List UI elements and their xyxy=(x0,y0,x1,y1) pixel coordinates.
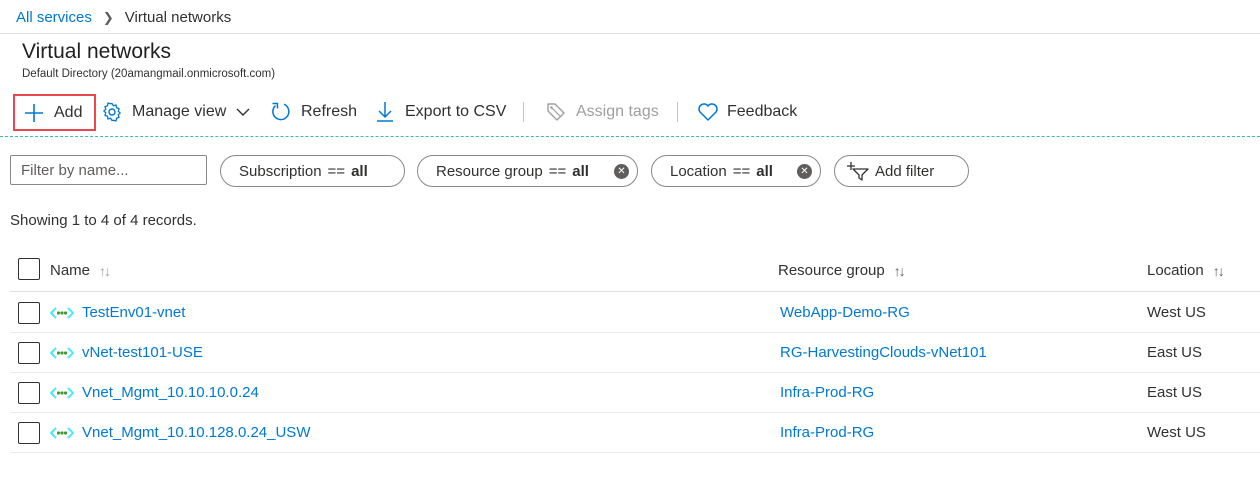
row-checkbox[interactable] xyxy=(18,302,40,324)
location-cell: East US xyxy=(1147,344,1203,361)
location-filter-operator: == xyxy=(732,162,751,180)
resource-group-link[interactable]: Infra-Prod-RG xyxy=(780,384,874,401)
sort-icon[interactable]: ↑↓ xyxy=(99,263,111,279)
page-subtitle: Default Directory (20amangmail.onmicroso… xyxy=(22,68,276,80)
breadcrumb-current: Virtual networks xyxy=(124,9,232,26)
location-cell: East US xyxy=(1147,384,1203,401)
feedback-label: Feedback xyxy=(727,103,798,120)
row-checkbox[interactable] xyxy=(18,422,40,444)
vnet-icon xyxy=(50,307,74,319)
feedback-button[interactable]: Feedback xyxy=(697,89,797,135)
subscription-filter-value: all xyxy=(351,162,368,180)
subscription-filter-operator: == xyxy=(327,162,346,180)
column-header-resource-group[interactable]: Resource group ↑↓ xyxy=(778,262,906,279)
table-header: Name ↑↓ Resource group ↑↓ Location ↑↓ xyxy=(10,250,1260,292)
toolbar-divider xyxy=(523,102,524,122)
breadcrumb: All services ❯ Virtual networks xyxy=(16,9,231,26)
resource-group-link[interactable]: WebApp-Demo-RG xyxy=(780,304,910,321)
close-icon[interactable]: ✕ xyxy=(614,164,629,179)
sort-icon[interactable]: ↑↓ xyxy=(894,263,906,279)
row-checkbox[interactable] xyxy=(18,342,40,364)
location-filter-label: Location xyxy=(670,162,727,180)
subscription-filter-pill[interactable]: Subscription == all xyxy=(220,155,405,187)
gear-icon xyxy=(103,102,121,122)
resource-group-filter-pill[interactable]: Resource group == all ✕ xyxy=(417,155,638,187)
heart-icon xyxy=(698,103,718,121)
vnet-icon xyxy=(50,347,74,359)
resource-group-filter-operator: == xyxy=(548,162,567,180)
column-header-name-label: Name xyxy=(50,262,91,279)
export-csv-label: Export to CSV xyxy=(405,103,507,120)
location-cell: West US xyxy=(1147,304,1206,321)
toolbar-divider xyxy=(677,102,678,122)
vnet-name-link[interactable]: TestEnv01-vnet xyxy=(82,304,185,321)
column-header-location[interactable]: Location ↑↓ xyxy=(1147,262,1225,279)
table-row[interactable]: TestEnv01-vnet WebApp-Demo-RG West US xyxy=(10,293,1260,333)
location-cell: West US xyxy=(1147,424,1206,441)
manage-view-label: Manage view xyxy=(132,103,227,120)
export-csv-button[interactable]: Export to CSV xyxy=(376,89,506,135)
breadcrumb-all-services[interactable]: All services xyxy=(16,9,92,26)
select-all-checkbox[interactable] xyxy=(18,258,40,280)
plus-icon xyxy=(25,103,43,122)
vnet-name-link[interactable]: vNet-test101-USE xyxy=(82,344,203,361)
resource-group-link[interactable]: Infra-Prod-RG xyxy=(780,424,874,441)
add-label: Add xyxy=(54,103,83,121)
column-header-resource-group-label: Resource group xyxy=(778,262,885,279)
table-row[interactable]: vNet-test101-USE RG-HarvestingClouds-vNe… xyxy=(10,333,1260,373)
vnet-icon xyxy=(50,427,74,439)
add-button[interactable]: Add xyxy=(13,94,96,131)
manage-view-button[interactable]: Manage view xyxy=(102,89,250,135)
assign-tags-label: Assign tags xyxy=(576,103,659,120)
column-header-name[interactable]: Name ↑↓ xyxy=(50,262,111,279)
location-filter-pill[interactable]: Location == all ✕ xyxy=(651,155,821,187)
sort-icon[interactable]: ↑↓ xyxy=(1213,263,1225,279)
vnet-icon xyxy=(50,387,74,399)
subscription-filter-label: Subscription xyxy=(239,162,322,180)
refresh-label: Refresh xyxy=(301,103,358,120)
page-title: Virtual networks xyxy=(22,40,172,63)
add-filter-label: Add filter xyxy=(875,162,935,180)
refresh-icon xyxy=(272,102,290,121)
assign-tags-button[interactable]: Assign tags xyxy=(546,89,659,135)
tag-icon xyxy=(547,103,565,121)
chevron-right-icon: ❯ xyxy=(102,9,114,25)
header-divider xyxy=(0,33,1260,34)
table-row[interactable]: Vnet_Mgmt_10.10.10.0.24 Infra-Prod-RG Ea… xyxy=(10,373,1260,413)
refresh-button[interactable]: Refresh xyxy=(270,89,357,135)
resource-group-filter-label: Resource group xyxy=(436,162,543,180)
vnet-name-link[interactable]: Vnet_Mgmt_10.10.128.0.24_USW xyxy=(82,424,310,441)
vnet-name-link[interactable]: Vnet_Mgmt_10.10.10.0.24 xyxy=(82,384,259,401)
command-bar: Add Manage view Refresh Export to CSV As… xyxy=(0,89,1260,137)
add-filter-button[interactable]: Add filter xyxy=(834,155,969,187)
records-count: Showing 1 to 4 of 4 records. xyxy=(10,212,197,229)
location-filter-value: all xyxy=(756,162,773,180)
download-icon xyxy=(377,102,393,122)
resource-group-filter-value: all xyxy=(572,162,589,180)
close-icon[interactable]: ✕ xyxy=(797,164,812,179)
filter-icon xyxy=(847,162,869,181)
resource-group-link[interactable]: RG-HarvestingClouds-vNet101 xyxy=(780,344,987,361)
chevron-down-icon xyxy=(236,108,250,116)
table-row[interactable]: Vnet_Mgmt_10.10.128.0.24_USW Infra-Prod-… xyxy=(10,413,1260,453)
column-header-location-label: Location xyxy=(1147,262,1204,279)
filter-by-name-input[interactable] xyxy=(10,155,207,185)
row-checkbox[interactable] xyxy=(18,382,40,404)
